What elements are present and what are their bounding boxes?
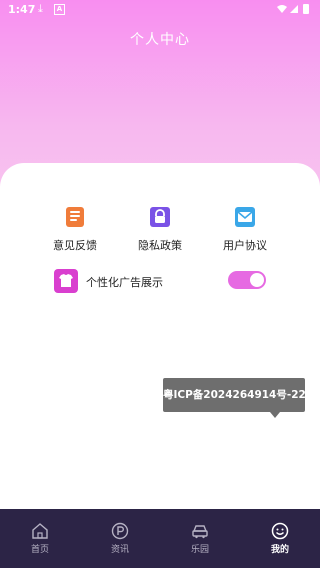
personalized-ad-toggle[interactable] [228,271,266,289]
tab-home-label: 首页 [30,545,49,555]
tab-mine[interactable]: 我的 [255,522,305,555]
car-icon [192,525,208,539]
content-card: 意见反馈 隐私政策 用户协议 个性化广告展示 [0,163,320,509]
personalized-ad-label: 个性化广告展示 [86,276,163,289]
icp-tooltip: 粤ICP备2024264914号-22A [163,378,305,412]
toggle-knob [250,273,264,287]
tab-news-label: 资讯 [110,545,129,555]
agreement-menu-item[interactable]: 用户协议 [205,206,285,253]
a-notification-icon: A [54,4,65,15]
feedback-menu-item[interactable]: 意见反馈 [35,206,115,253]
privacy-lock-icon [150,207,170,227]
status-time: 1:47 [8,3,36,16]
tooltip-tail [270,412,280,418]
personalized-ad-row: 个性化广告展示 [54,269,266,293]
download-icon: ⤓ [38,2,43,15]
smiley-icon [271,522,289,540]
tab-park[interactable]: 乐园 [175,522,225,555]
home-icon [32,523,48,539]
tab-home[interactable]: 首页 [15,522,65,555]
agreement-label: 用户协议 [223,239,267,252]
bottom-tab-bar: 首页 资讯 乐园 我的 [0,509,320,568]
status-bar: 1:47 ⤓ A [0,0,320,18]
privacy-label: 隐私政策 [138,239,182,252]
shirt-icon [54,269,78,293]
signal-icon [290,5,298,13]
privacy-menu-item[interactable]: 隐私政策 [120,206,200,253]
tab-park-label: 乐园 [190,545,209,555]
tab-mine-label: 我的 [270,545,289,555]
wifi-icon [277,5,287,13]
p-circle-icon [111,522,129,540]
page-title: 个人中心 [130,32,190,48]
status-right-icons [277,4,309,14]
battery-icon [303,4,309,14]
feedback-icon [66,207,84,227]
feedback-label: 意见反馈 [53,239,97,252]
tab-news[interactable]: 资讯 [95,522,145,555]
agreement-mail-icon [235,207,255,227]
